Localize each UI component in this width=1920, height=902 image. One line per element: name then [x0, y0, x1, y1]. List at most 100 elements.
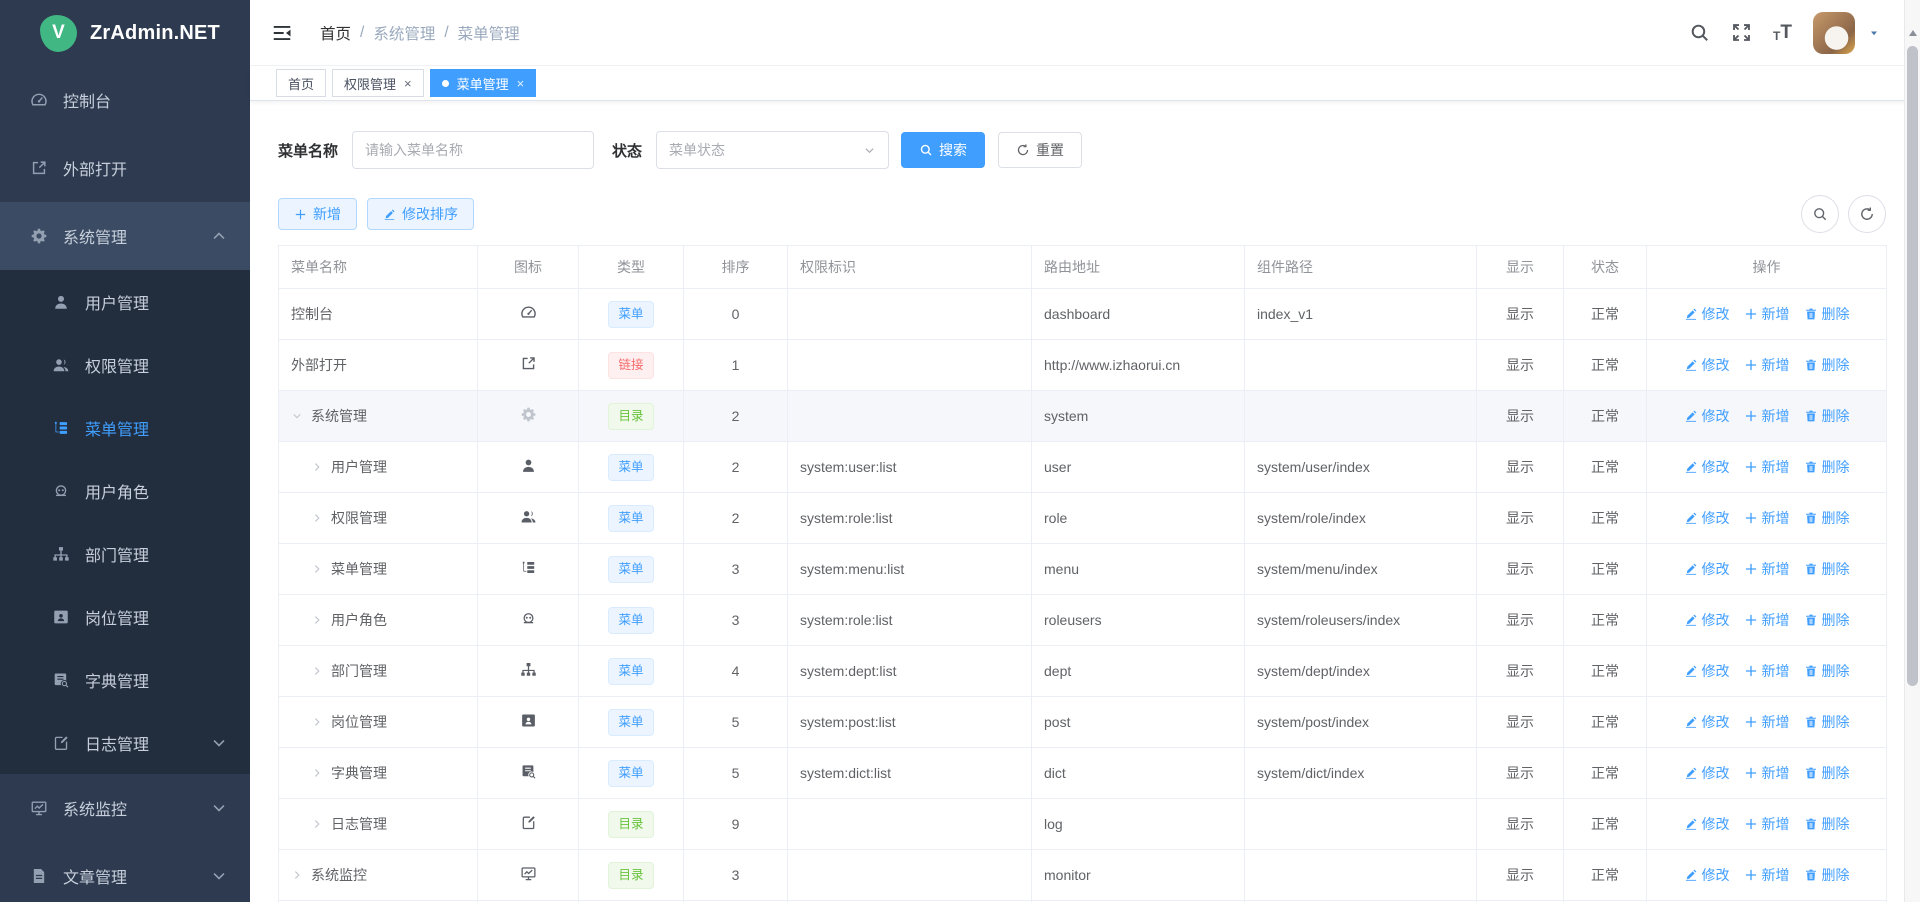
sidebar-item-dashboard[interactable]: 控制台	[0, 66, 250, 134]
collapse-arrow-icon[interactable]	[311, 563, 331, 575]
scrollbar-thumb[interactable]	[1907, 46, 1918, 686]
search-button[interactable]: 搜索	[901, 132, 985, 168]
status-cell: 正常	[1564, 442, 1647, 493]
add-link[interactable]: 新增	[1744, 865, 1790, 885]
add-link[interactable]: 新增	[1744, 304, 1790, 324]
tab-home[interactable]: 首页	[276, 69, 326, 97]
add-link[interactable]: 新增	[1744, 355, 1790, 375]
avatar-caret-down-icon[interactable]	[1868, 27, 1880, 39]
edit-icon	[1684, 715, 1698, 729]
delete-link[interactable]: 删除	[1804, 355, 1850, 375]
sort-cell: 5	[684, 697, 788, 748]
collapse-arrow-icon[interactable]	[311, 461, 331, 473]
delete-link[interactable]: 删除	[1804, 814, 1850, 834]
arrow-right-icon	[311, 818, 323, 830]
delete-link[interactable]: 删除	[1804, 712, 1850, 732]
sidebar-item-external[interactable]: 外部打开	[0, 134, 250, 202]
edit-link[interactable]: 修改	[1684, 406, 1730, 426]
add-link[interactable]: 新增	[1744, 814, 1790, 834]
close-tab-icon[interactable]: ×	[517, 76, 525, 91]
edit-link[interactable]: 修改	[1684, 865, 1730, 885]
delete-link[interactable]: 删除	[1804, 661, 1850, 681]
font-size-button[interactable]: TT	[1773, 23, 1792, 42]
collapse-arrow-icon[interactable]	[311, 767, 331, 779]
edit-link[interactable]: 修改	[1684, 610, 1730, 630]
delete-link[interactable]: 删除	[1804, 406, 1850, 426]
collapse-arrow-icon[interactable]	[311, 614, 331, 626]
edit-link[interactable]: 修改	[1684, 763, 1730, 783]
route-cell: user	[1032, 442, 1245, 493]
component-cell: system/user/index	[1245, 442, 1477, 493]
edit-link[interactable]: 修改	[1684, 712, 1730, 732]
add-link[interactable]: 新增	[1744, 559, 1790, 579]
add-link[interactable]: 新增	[1744, 763, 1790, 783]
delete-link[interactable]: 删除	[1804, 763, 1850, 783]
add-link[interactable]: 新增	[1744, 457, 1790, 477]
scrollbar[interactable]	[1904, 0, 1920, 902]
header-search-button[interactable]	[1689, 22, 1710, 43]
edit-link[interactable]: 修改	[1684, 661, 1730, 681]
sidebar-item-roleusers[interactable]: 用户角色	[0, 459, 250, 522]
expand-arrow-icon[interactable]	[291, 410, 311, 422]
sidebar-item-label: 控制台	[63, 88, 111, 112]
external-link-icon	[30, 159, 48, 177]
fullscreen-icon	[1731, 22, 1752, 43]
sidebar-item-menu[interactable]: 菜单管理	[0, 396, 250, 459]
delete-link[interactable]: 删除	[1804, 865, 1850, 885]
route-cell: http://www.izhaorui.cn	[1032, 340, 1245, 391]
collapse-arrow-icon[interactable]	[311, 665, 331, 677]
add-link[interactable]: 新增	[1744, 610, 1790, 630]
delete-link[interactable]: 删除	[1804, 508, 1850, 528]
add-link[interactable]: 新增	[1744, 712, 1790, 732]
edit-link[interactable]: 修改	[1684, 304, 1730, 324]
sidebar-item-dict[interactable]: 字典管理	[0, 648, 250, 711]
trash-icon	[1804, 613, 1818, 627]
toggle-search-button[interactable]	[1801, 195, 1839, 233]
menu-name-input[interactable]	[352, 131, 594, 169]
sidebar-collapse-button[interactable]	[271, 22, 293, 44]
perm-cell: system:post:list	[788, 697, 1032, 748]
edit-link[interactable]: 修改	[1684, 457, 1730, 477]
sidebar-item-log[interactable]: 日志管理	[0, 711, 250, 774]
fullscreen-button[interactable]	[1731, 22, 1752, 43]
sidebar-item-role[interactable]: 权限管理	[0, 333, 250, 396]
sidebar-item-monitor[interactable]: 系统监控	[0, 774, 250, 842]
delete-link[interactable]: 删除	[1804, 304, 1850, 324]
table-row: 外部打开链接1http://www.izhaorui.cn显示正常修改新增删除	[279, 340, 1887, 391]
add-button[interactable]: 新增	[278, 198, 357, 230]
sidebar-item-post[interactable]: 岗位管理	[0, 585, 250, 648]
scroll-up-icon[interactable]	[1909, 30, 1917, 36]
sidebar-item-system[interactable]: 系统管理	[0, 202, 250, 270]
edit-link[interactable]: 修改	[1684, 355, 1730, 375]
menu-name: 用户管理	[331, 457, 387, 477]
edit-link[interactable]: 修改	[1684, 814, 1730, 834]
add-link[interactable]: 新增	[1744, 661, 1790, 681]
status-select[interactable]: 菜单状态	[656, 131, 889, 169]
sidebar-item-article[interactable]: 文章管理	[0, 842, 250, 902]
edit-link[interactable]: 修改	[1684, 559, 1730, 579]
sidebar-item-user[interactable]: 用户管理	[0, 270, 250, 333]
delete-link[interactable]: 删除	[1804, 610, 1850, 630]
add-link[interactable]: 新增	[1744, 508, 1790, 528]
add-link[interactable]: 新增	[1744, 406, 1790, 426]
tab-menu[interactable]: 菜单管理×	[430, 69, 537, 97]
delete-link[interactable]: 删除	[1804, 457, 1850, 477]
breadcrumb-home[interactable]: 首页	[320, 22, 351, 44]
close-tab-icon[interactable]: ×	[404, 76, 412, 91]
article-icon	[30, 867, 48, 885]
collapse-arrow-icon[interactable]	[291, 869, 311, 881]
sort-cell: 2	[684, 442, 788, 493]
edit-sort-button[interactable]: 修改排序	[367, 198, 474, 230]
ops-cell: 修改新增删除	[1647, 544, 1887, 595]
refresh-table-button[interactable]	[1848, 195, 1886, 233]
collapse-arrow-icon[interactable]	[311, 716, 331, 728]
collapse-arrow-icon[interactable]	[311, 512, 331, 524]
collapse-arrow-icon[interactable]	[311, 818, 331, 830]
tab-role[interactable]: 权限管理×	[332, 69, 424, 97]
avatar[interactable]	[1813, 12, 1855, 54]
sidebar-item-label: 岗位管理	[85, 605, 149, 629]
sidebar-item-dept[interactable]: 部门管理	[0, 522, 250, 585]
reset-button[interactable]: 重置	[998, 132, 1082, 168]
edit-link[interactable]: 修改	[1684, 508, 1730, 528]
delete-link[interactable]: 删除	[1804, 559, 1850, 579]
